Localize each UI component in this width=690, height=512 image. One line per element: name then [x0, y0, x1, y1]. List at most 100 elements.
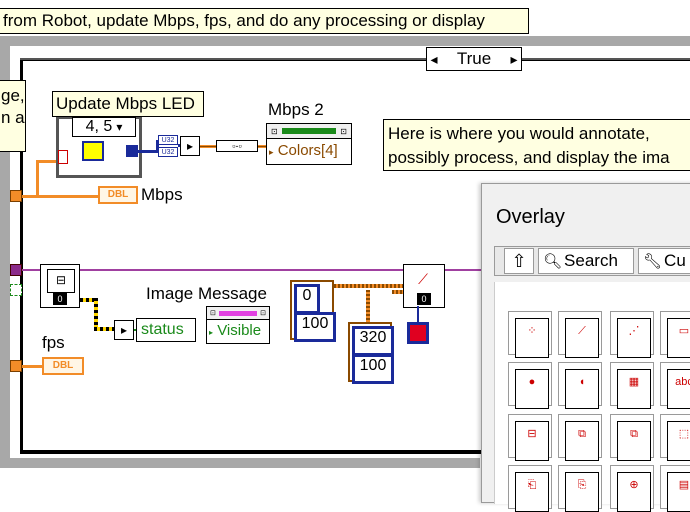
read-overlay-icon-glyph: ⎗ [515, 472, 549, 512]
overlay-refnum-icon: ⊟ [47, 269, 75, 293]
overlay-extra-icon-glyph: ▤ [667, 472, 690, 512]
overlay-arc-icon[interactable]: ◖ [558, 362, 602, 409]
cluster-wire-1 [334, 284, 404, 288]
mbps-terminal-label: Mbps [141, 185, 183, 204]
overlay-refnum-badge: 0 [53, 293, 67, 305]
while-loop-bottom-border [0, 458, 480, 468]
error-tunnel [10, 284, 22, 296]
left-comment: ge, n a [0, 80, 26, 152]
array-convert-node: ▫-▫ [216, 140, 258, 152]
build-array-node: ▸ [180, 136, 200, 156]
overlay-oval-icon[interactable]: ● [508, 362, 552, 409]
annotation-comment: Here is where you would annotate, possib… [383, 119, 690, 171]
cluster-const-2[interactable]: 320 100 [348, 322, 394, 384]
overlay-points-icon[interactable]: ⁘ [508, 311, 552, 358]
mbps-tunnel [10, 190, 22, 202]
const-b: 100 [294, 312, 336, 342]
overlay-group-icon[interactable]: ⊕ [610, 465, 654, 512]
case-prev-arrow[interactable]: ◂ [427, 51, 441, 68]
copy-overlay-icon[interactable]: ⧉ [558, 414, 602, 461]
const-d: 100 [352, 354, 394, 384]
clear-overlay-icon[interactable]: ⊟ [508, 414, 552, 461]
image-message-property-row: ▸ Visible [207, 320, 269, 344]
image-message-label: Image Message [146, 284, 267, 303]
fps-wire [22, 365, 42, 368]
palette-search-button[interactable]: 🔍︎ Search [538, 248, 634, 274]
overlay-roi-icon-glyph: ⬚ [667, 421, 690, 461]
wrench-icon: 🔧︎ [643, 253, 663, 270]
mbps2-header: ⊡ ⊡ [267, 124, 351, 139]
error-wire-2 [94, 298, 98, 330]
write-overlay-icon[interactable]: ⎘ [558, 465, 602, 512]
mbps2-header-icon-2: ⊡ [340, 126, 347, 136]
overlay-multiple-lines-icon[interactable]: ⋰ [610, 311, 654, 358]
image-message-header-icon-2: ⊡ [260, 310, 266, 317]
image-message-visible-node[interactable]: ⊡ ⊡ ▸ Visible [206, 306, 270, 344]
fps-dbl-terminal[interactable]: DBL [42, 357, 84, 375]
overlay-multiple-lines-icon-glyph: ⋰ [617, 318, 651, 358]
read-overlay-icon[interactable]: ⎗ [508, 465, 552, 512]
overlay-line-icon: ⟋ [418, 271, 428, 287]
overlay-rectangle-icon[interactable]: ▭ [660, 311, 690, 358]
overlay-rectangle-icon-glyph: ▭ [667, 318, 690, 358]
overlay-bitmap-icon[interactable]: ▦ [610, 362, 654, 409]
while-loop-top-border [0, 36, 690, 46]
image-message-header-icon: ⊡ [210, 310, 216, 317]
cluster-const-1[interactable]: 0 100 [290, 280, 336, 342]
led-error-indicator [58, 150, 68, 164]
case-structure-top-band [20, 58, 690, 60]
led-case-selector[interactable]: 4, 5 ▾ [72, 117, 136, 137]
overlay-refnum-vi[interactable]: ⊟ 0 [40, 264, 80, 308]
overlay-line-badge: 0 [417, 293, 431, 305]
mbps2-property-text: Colors[4] [277, 142, 338, 159]
led-case-dropdown-arrow[interactable]: ▾ [116, 120, 122, 134]
overlay-extra-icon[interactable]: ▤ [660, 465, 690, 512]
overlay-points-icon-glyph: ⁘ [515, 318, 549, 358]
search-icon: 🔍︎ [543, 253, 563, 270]
mbps2-header-icon: ⊡ [271, 126, 278, 136]
mbps2-property-row: ▸ Colors[4] [267, 139, 351, 164]
cluster-wire-3 [366, 290, 370, 322]
write-overlay-icon-glyph: ⎘ [565, 472, 599, 512]
led-yellow-constant [82, 141, 104, 161]
top-comment: from Robot, update Mbps, fps, and do any… [0, 8, 529, 34]
case-selector[interactable]: ◂ True ▸ [426, 47, 522, 71]
image-message-pink-bar [218, 310, 258, 316]
case-next-arrow[interactable]: ▸ [507, 51, 521, 68]
red-color-constant[interactable] [407, 322, 429, 344]
overlay-group-icon-glyph: ⊕ [617, 472, 651, 512]
mbps2-property-node[interactable]: ⊡ ⊡ ▸ Colors[4] [266, 123, 352, 165]
status-unbundle: status [136, 318, 196, 342]
overlay-line-vi[interactable]: ⟋ 0 [403, 264, 445, 308]
image-message-arrow: ▸ [209, 328, 214, 337]
overlay-text-icon[interactable]: abc [660, 362, 690, 409]
mbps-dbl-terminal[interactable]: DBL [98, 186, 138, 204]
u32-node-1: U32 [158, 135, 178, 145]
merge-overlay-icon-glyph: ⧉ [617, 421, 651, 461]
mbps-wire-h [22, 195, 98, 198]
error-unbundle-node: ▸ [114, 320, 134, 340]
palette-up-button[interactable]: ⇧ [504, 248, 534, 274]
error-wire-3 [94, 327, 116, 331]
const-a: 0 [294, 284, 320, 314]
mbps2-green-bar [281, 128, 337, 134]
led-case-selector-value: 4, 5 [85, 118, 113, 135]
mbps2-label: Mbps 2 [268, 100, 324, 119]
copy-overlay-icon-glyph: ⧉ [565, 421, 599, 461]
overlay-oval-icon-glyph: ● [515, 369, 549, 409]
led-blue-tunnel [126, 145, 138, 157]
overlay-line-icon[interactable]: ⟋ [558, 311, 602, 358]
overlay-text-icon-glyph: abc [667, 369, 690, 409]
clear-overlay-icon-glyph: ⊟ [515, 421, 549, 461]
palette-customize-button[interactable]: 🔧︎ Cu [638, 248, 690, 274]
led-case-label: Update Mbps LED [52, 91, 204, 117]
overlay-line-icon-glyph: ⟋ [565, 318, 599, 358]
image-message-header: ⊡ ⊡ [207, 307, 269, 320]
fps-tunnel [10, 360, 22, 372]
overlay-roi-icon[interactable]: ⬚ [660, 414, 690, 461]
overlay-bitmap-icon-glyph: ▦ [617, 369, 651, 409]
image-message-visible-text: Visible [217, 322, 262, 339]
const-c: 320 [352, 326, 394, 356]
palette-customize-label: Cu [664, 251, 686, 270]
merge-overlay-icon[interactable]: ⧉ [610, 414, 654, 461]
